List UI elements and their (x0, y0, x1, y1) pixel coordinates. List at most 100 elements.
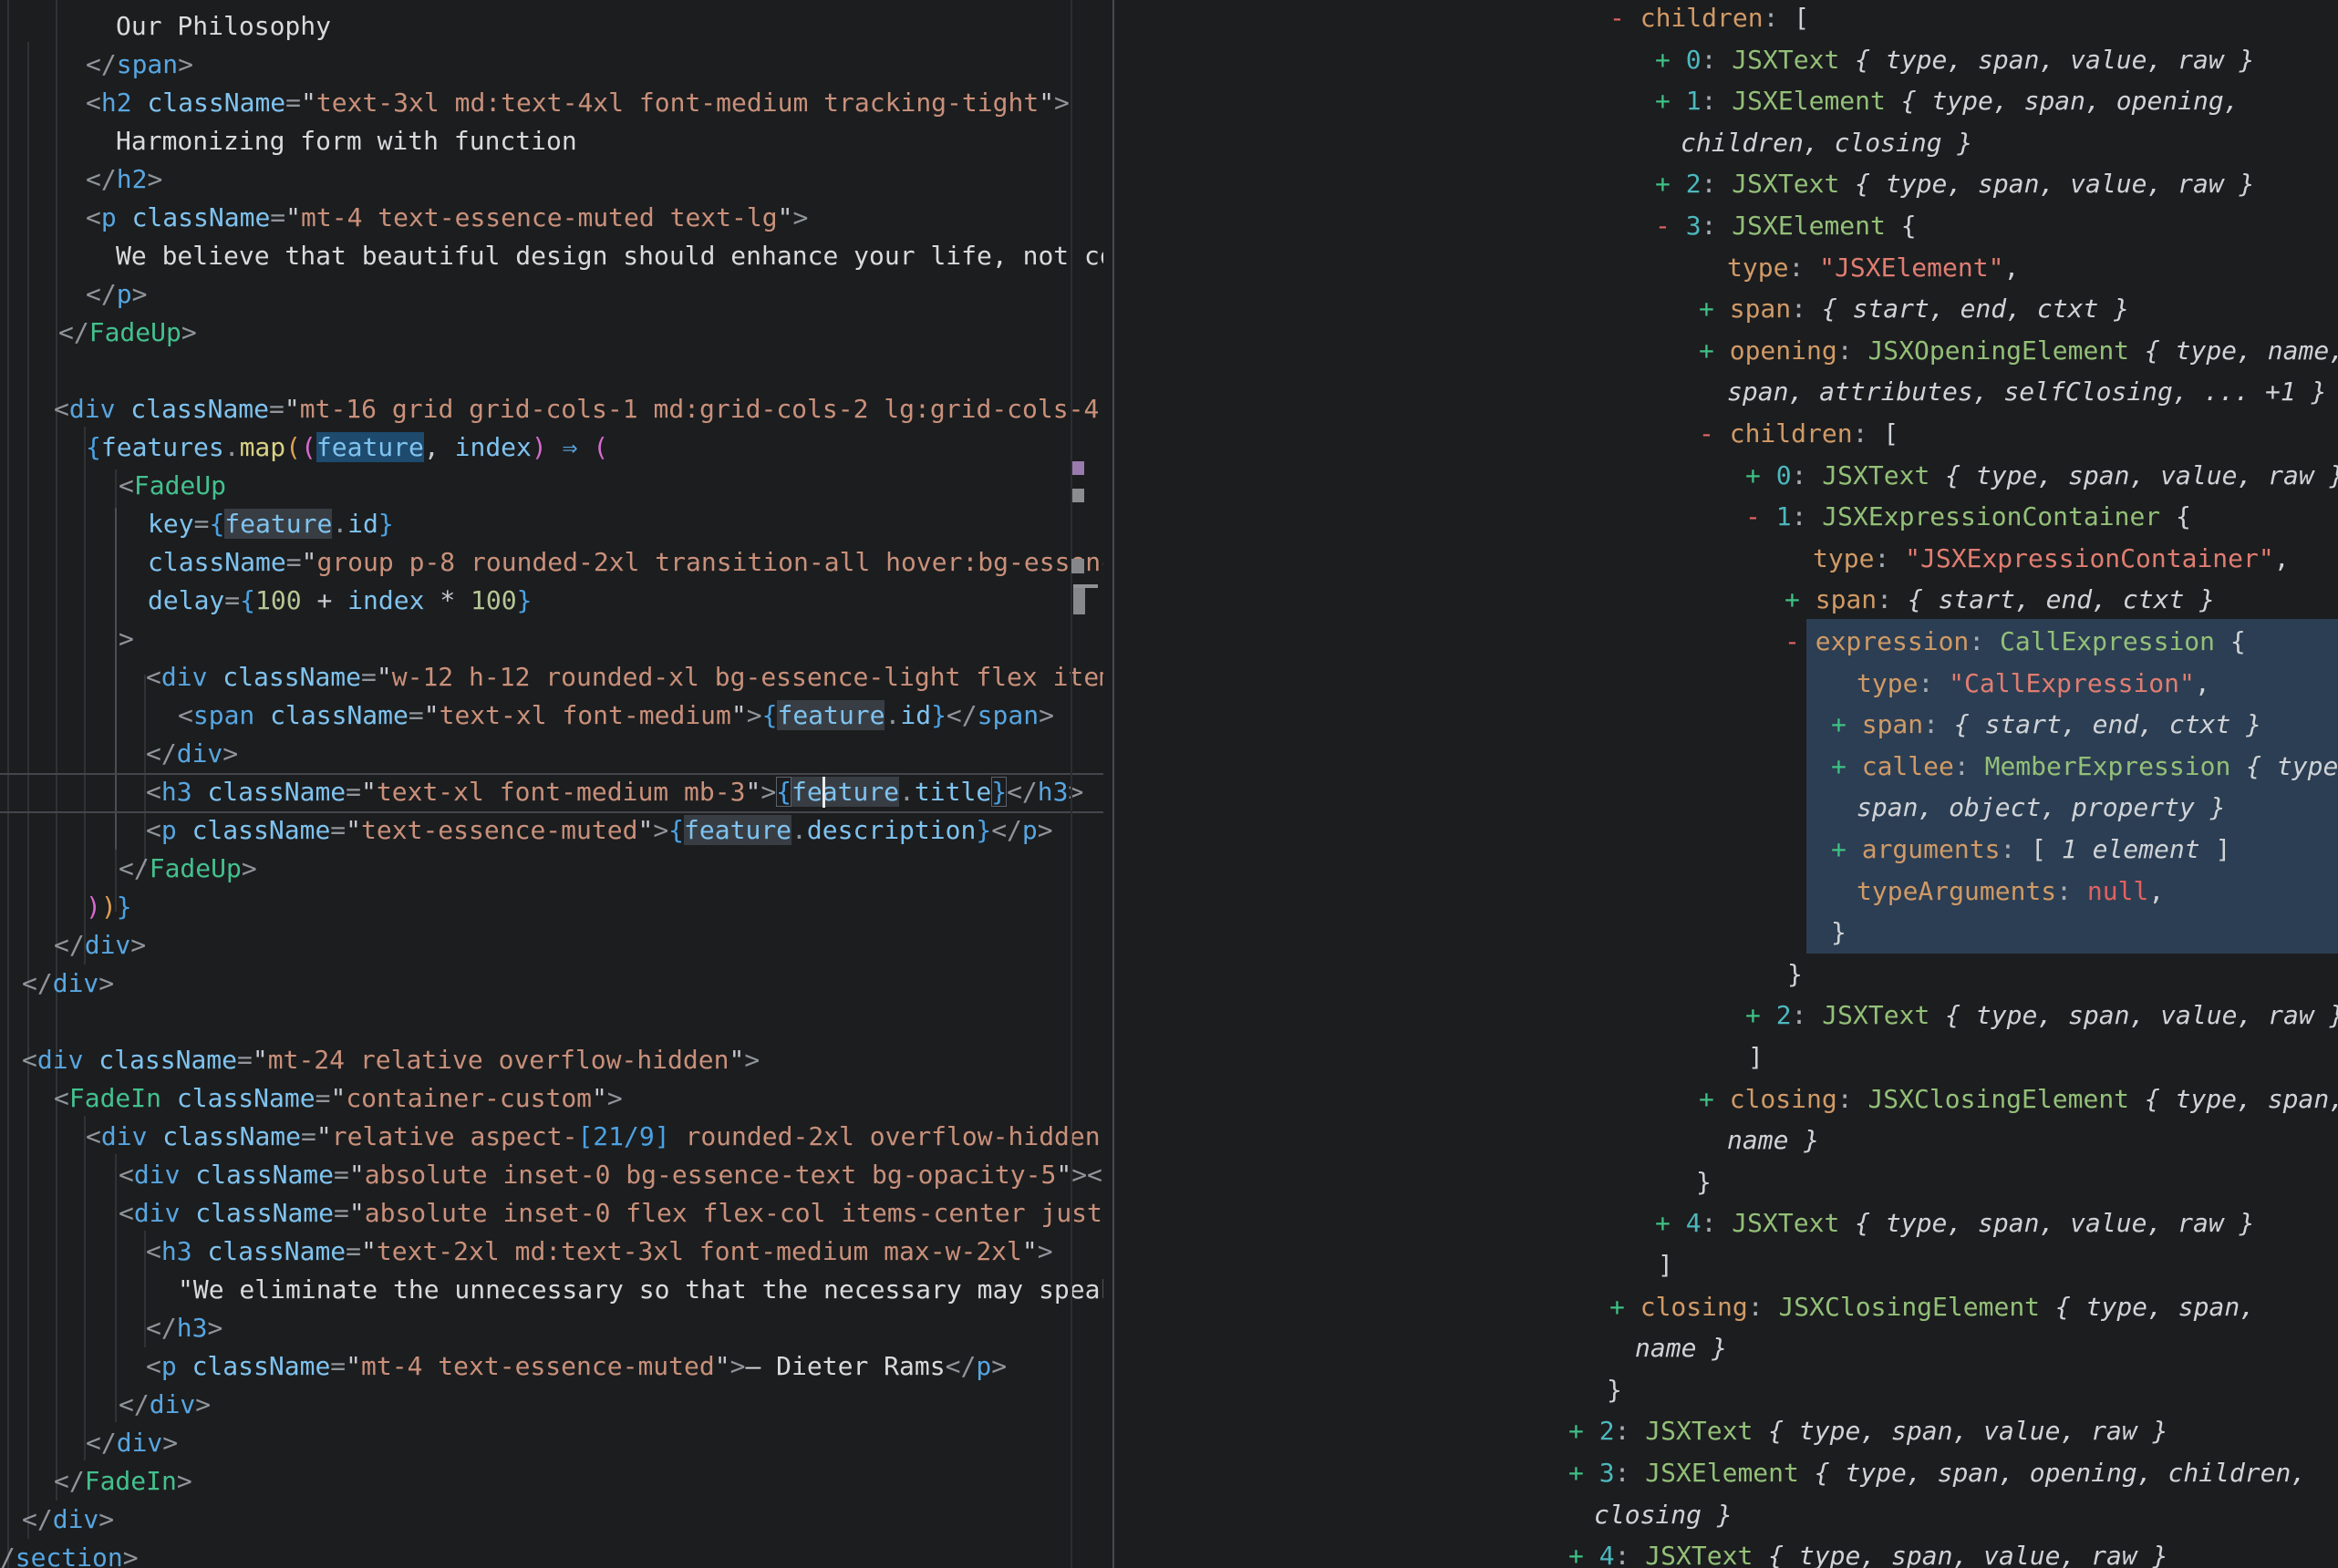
ast-line[interactable]: + opening: JSXOpeningElement { type, nam… (1699, 330, 2338, 372)
code-token: : (1702, 169, 1733, 199)
code-token: "CallExpression" (1949, 668, 2195, 698)
expand-node-icon[interactable]: + (1831, 834, 1862, 864)
code-token: children (1730, 418, 1853, 449)
code-token: { (1886, 211, 1917, 241)
code-token: : (1615, 1416, 1646, 1446)
code-token (2129, 335, 2145, 366)
code-token: { start, end, ctxt } (1954, 709, 2261, 739)
expand-node-icon[interactable]: + (1655, 169, 1686, 199)
ast-line[interactable]: + 0: JSXText { type, span, value, raw } (1655, 39, 2254, 81)
ast-line[interactable]: name } (1635, 1327, 1727, 1369)
ast-line[interactable]: + 3: JSXElement { type, span, opening, c… (1568, 1452, 2306, 1494)
ast-line[interactable]: + callee: MemberExpression { type, (1831, 746, 2338, 788)
collapse-node-icon[interactable]: - (1655, 211, 1686, 241)
ast-line[interactable]: type: "JSXElement", (1727, 247, 2019, 289)
code-token: span (1862, 709, 1923, 739)
ast-line[interactable]: + 2: JSXText { type, span, value, raw } (1745, 995, 2338, 1037)
ast-line[interactable]: closing } (1594, 1494, 1733, 1536)
code-token (1839, 169, 1855, 199)
scrollbar-mark-purple (1072, 461, 1084, 475)
ast-line[interactable]: name } (1727, 1119, 1819, 1161)
ast-line[interactable]: ] (1658, 1244, 1673, 1286)
scrollbar-mark-gray (1072, 489, 1084, 502)
code-token: 2 (1599, 1416, 1615, 1446)
collapse-node-icon[interactable]: - (1785, 626, 1816, 656)
code-token: : (1792, 501, 1823, 531)
expand-node-icon[interactable]: + (1655, 86, 1686, 116)
ast-line[interactable]: + closing: JSXClosingElement { type, spa… (1699, 1078, 2338, 1120)
expand-node-icon[interactable]: + (1699, 294, 1730, 324)
ast-line[interactable]: + 1: JSXElement { type, span, opening, (1655, 80, 2240, 122)
code-token: span, attributes, selfClosing, ... +1 } (1727, 377, 2326, 407)
ast-line[interactable]: + span: { start, end, ctxt } (1699, 288, 2129, 330)
ast-line[interactable]: + span: { start, end, ctxt } (1785, 579, 2215, 621)
ast-line[interactable]: children, closing } (1681, 122, 1972, 164)
code-token: children (1640, 3, 1764, 33)
expand-node-icon[interactable]: + (1699, 335, 1730, 366)
expand-node-icon[interactable]: + (1831, 709, 1862, 739)
ast-line[interactable]: typeArguments: null, (1857, 871, 2164, 913)
ast-line[interactable]: } (1607, 1369, 1622, 1411)
ast-line[interactable]: - expression: CallExpression { (1785, 621, 2246, 663)
code-token: { type, span, value, raw } (1855, 1208, 2254, 1238)
expand-node-icon[interactable]: + (1831, 751, 1862, 781)
expand-node-icon[interactable]: + (1655, 45, 1686, 75)
code-token: 4 (1686, 1208, 1702, 1238)
code-token: , (2274, 543, 2290, 573)
ast-line[interactable]: + 4: JSXText { type, span, value, raw } (1568, 1535, 2167, 1568)
ast-line[interactable]: } (1696, 1161, 1712, 1203)
expand-node-icon[interactable]: + (1745, 460, 1776, 490)
code-token (1929, 460, 1945, 490)
expand-node-icon[interactable]: + (1699, 1084, 1730, 1114)
code-token: : (1837, 335, 1868, 366)
code-token: : (1748, 1292, 1779, 1322)
code-token: { type, (2246, 751, 2338, 781)
expand-node-icon[interactable]: + (1785, 584, 1816, 614)
scrollbar-thumb (1073, 588, 1085, 614)
code-token (1929, 1000, 1945, 1030)
expand-node-icon[interactable]: + (1568, 1541, 1599, 1568)
collapse-node-icon[interactable]: - (1699, 418, 1730, 449)
code-token: : (1923, 709, 1954, 739)
code-token: : (1791, 294, 1822, 324)
ast-line[interactable]: + 0: JSXText { type, span, value, raw } (1745, 455, 2338, 497)
expand-node-icon[interactable]: + (1568, 1416, 1599, 1446)
ast-line[interactable]: + closing: JSXClosingElement { type, spa… (1609, 1286, 2255, 1328)
code-token: 4 (1599, 1541, 1615, 1568)
ast-line[interactable]: - 1: JSXExpressionContainer { (1745, 496, 2191, 538)
ast-line[interactable]: span, object, property } (1857, 787, 2226, 829)
code-token: children, closing } (1681, 128, 1972, 158)
expand-node-icon[interactable]: + (1568, 1458, 1599, 1488)
code-token: type (1813, 543, 1874, 573)
code-token: 3 (1686, 211, 1702, 241)
ast-line[interactable]: ] (1748, 1037, 1764, 1078)
code-token: } (1607, 1375, 1622, 1405)
ast-line[interactable]: } (1787, 954, 1803, 995)
ast-line[interactable]: type: "CallExpression", (1857, 663, 2210, 705)
ast-line[interactable]: + arguments: [ 1 element ] (1831, 829, 2230, 871)
ast-line[interactable]: - 3: JSXElement { (1655, 205, 1917, 247)
code-token: span (1730, 294, 1791, 324)
code-token: "JSXElement" (1819, 253, 2003, 283)
ast-line[interactable]: span, attributes, selfClosing, ... +1 } (1727, 371, 2326, 413)
scrollbar-mark-gray (1071, 559, 1084, 573)
ast-line[interactable]: type: "JSXExpressionContainer", (1813, 538, 2290, 580)
code-token: { type, span, value, raw } (1945, 1000, 2338, 1030)
expand-node-icon[interactable]: + (1745, 1000, 1776, 1030)
code-token: expression (1816, 626, 1970, 656)
pane-divider[interactable] (1112, 0, 1114, 1568)
expand-node-icon[interactable]: + (1609, 1292, 1640, 1322)
ast-line[interactable]: - children: [ (1609, 0, 1809, 39)
code-token: ] (2200, 834, 2231, 864)
ast-line[interactable]: } (1831, 912, 1847, 954)
ast-line[interactable]: + 2: JSXText { type, span, value, raw } (1568, 1410, 2167, 1452)
ast-line[interactable]: + 4: JSXText { type, span, value, raw } (1655, 1202, 2254, 1244)
ast-line[interactable]: + 2: JSXText { type, span, value, raw } (1655, 163, 2254, 205)
expand-node-icon[interactable]: + (1655, 1208, 1686, 1238)
ast-tree-pane[interactable]: - children: [+ 0: JSXText { type, span, … (0, 0, 2338, 1568)
code-token: { (2215, 626, 2246, 656)
ast-line[interactable]: + span: { start, end, ctxt } (1831, 704, 2261, 746)
collapse-node-icon[interactable]: - (1609, 3, 1640, 33)
collapse-node-icon[interactable]: - (1745, 501, 1776, 531)
ast-line[interactable]: - children: [ (1699, 413, 1898, 455)
